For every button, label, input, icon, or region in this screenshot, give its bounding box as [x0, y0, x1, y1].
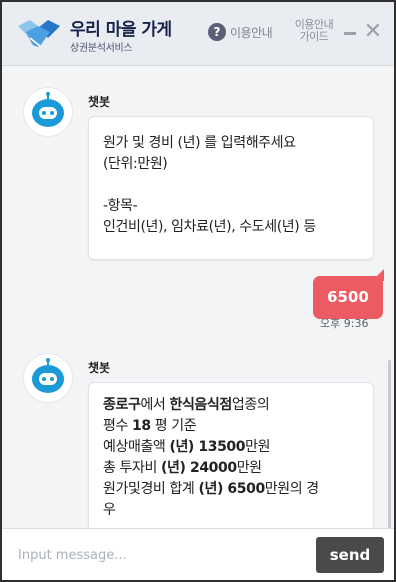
bot-message: 종로구에서 한식음식점업종의 평수 18 평 기준 예상매출액 (년) 1350…: [88, 382, 374, 552]
header: 우리 마을 가게 상권분석서비스 ? 이용안내 이용안내 가이드 ✕: [2, 2, 394, 66]
chatbot-avatar: [24, 88, 72, 136]
app-title: 우리 마을 가게: [70, 20, 172, 40]
question-icon: ?: [208, 23, 226, 41]
sender-name: 챗봇: [88, 361, 111, 375]
minus-icon[interactable]: [344, 32, 356, 35]
message-line: 예상매출액 (년) 13500만원: [103, 439, 271, 455]
message-input[interactable]: [18, 541, 298, 569]
robot-icon: [32, 92, 64, 127]
robot-icon: [32, 358, 64, 393]
guide-button[interactable]: 이용안내 가이드: [289, 19, 339, 43]
message-line: 평수 18 평 기준: [103, 418, 197, 434]
chatbot-avatar: [24, 354, 72, 402]
message-line: [103, 175, 359, 196]
help-label: 이용안내: [230, 25, 273, 40]
bot-message: 원가 및 경비 (년) 를 입력해주세요 (단위:만원) -항목- 인건비(년)…: [88, 116, 374, 260]
message-line: (단위:만원): [103, 156, 168, 172]
help-button[interactable]: ? 이용안내: [208, 23, 273, 41]
message-line: 원가 및 경비 (년) 를 입력해주세요: [103, 135, 296, 151]
chatbot-window: 우리 마을 가게 상권분석서비스 ? 이용안내 이용안내 가이드 ✕ 챗봇 원가…: [0, 0, 396, 582]
handshake-logo-icon: [18, 20, 60, 47]
message-line: 종로구에서 한식음식점업종의: [103, 397, 270, 413]
message-line: -항목-: [103, 198, 138, 214]
app-subtitle: 상권분석서비스: [70, 43, 133, 54]
message-timestamp: 오후 9:36: [320, 317, 369, 330]
input-bar: send: [2, 528, 394, 580]
chat-area[interactable]: 챗봇 원가 및 경비 (년) 를 입력해주세요 (단위:만원) -항목- 인건비…: [2, 66, 394, 552]
message-line: 총 투자비 (년) 24000만원: [103, 460, 262, 476]
sender-name: 챗봇: [88, 95, 111, 109]
user-message: 6500: [313, 276, 383, 319]
message-line: 인건비(년), 임차료(년), 수도세(년) 등: [103, 219, 316, 235]
close-icon[interactable]: ✕: [362, 19, 384, 45]
send-button[interactable]: send: [316, 537, 384, 573]
message-line: 원가및경비 합계 (년) 6500만원의 경: [103, 481, 319, 497]
message-line: 우: [103, 502, 116, 518]
scrollbar[interactable]: [388, 360, 391, 530]
